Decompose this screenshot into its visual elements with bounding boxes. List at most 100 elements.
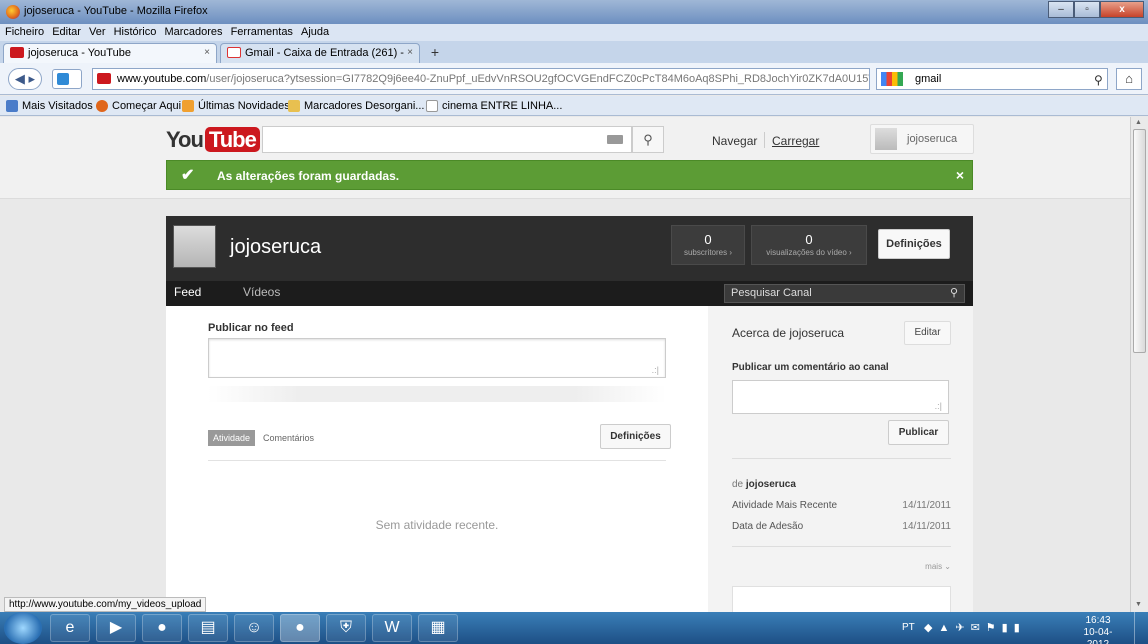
- firefox-icon: [96, 100, 108, 112]
- app-icon: [57, 73, 69, 85]
- search-icon[interactable]: ⚲: [1094, 73, 1103, 87]
- firefox-icon: [6, 5, 20, 19]
- menu-ficheiro[interactable]: Ficheiro: [5, 24, 44, 41]
- menubar: Ficheiro Editar Ver Histórico Marcadores…: [0, 24, 1148, 41]
- channel-search-input[interactable]: Pesquisar Canal ⚲: [724, 284, 965, 303]
- more-link[interactable]: mais ⌄: [925, 562, 951, 571]
- filter-activity[interactable]: Atividade: [208, 430, 256, 446]
- bookmark-cinema[interactable]: cinema ENTRE LINHA...: [426, 99, 562, 113]
- edit-button[interactable]: Editar: [904, 321, 951, 345]
- username: jojoseruca: [907, 133, 958, 145]
- channel-title: jojoseruca: [230, 236, 322, 258]
- menu-ferramentas[interactable]: Ferramentas: [231, 24, 293, 41]
- internet-explorer-icon[interactable]: e: [50, 614, 90, 642]
- security-shield-icon[interactable]: ⛨: [326, 614, 366, 642]
- scroll-down-icon[interactable]: ▼: [1135, 601, 1142, 608]
- feed-post-input[interactable]: .:|: [208, 338, 666, 378]
- divider: [764, 132, 765, 148]
- menu-editar[interactable]: Editar: [52, 24, 81, 41]
- menu-ver[interactable]: Ver: [89, 24, 106, 41]
- notice-message: As alterações foram guardadas.: [217, 169, 400, 183]
- bookmark-comecar-aqui[interactable]: Começar Aqui: [96, 99, 181, 113]
- bookmark-marcadores-desorganizados[interactable]: Marcadores Desorgani...: [288, 99, 424, 113]
- divider: [208, 386, 666, 402]
- address-bar[interactable]: www.youtube.com/user/jojoseruca?ytsessio…: [92, 68, 870, 90]
- language-indicator[interactable]: PT: [902, 622, 915, 633]
- tab-feed[interactable]: Feed: [174, 285, 201, 299]
- close-icon[interactable]: ×: [956, 167, 964, 183]
- menu-ajuda[interactable]: Ajuda: [301, 24, 329, 41]
- navigation-toolbar: ◀ ▸ www.youtube.com/user/jojoseruca?ytse…: [0, 63, 1148, 95]
- maximize-button[interactable]: ▫: [1074, 1, 1100, 18]
- tab-videos[interactable]: Vídeos: [243, 285, 280, 299]
- start-button[interactable]: [4, 612, 42, 644]
- firefox-active-icon[interactable]: ●: [280, 614, 320, 642]
- channel-settings-button[interactable]: Definições: [878, 229, 950, 259]
- tab-close-icon[interactable]: ×: [204, 44, 210, 62]
- dropdown-app-button[interactable]: [52, 69, 82, 89]
- tab-youtube[interactable]: jojoseruca - YouTube ×: [3, 43, 217, 63]
- info-row-latest-activity: Atividade Mais Recente 14/11/2011: [732, 500, 951, 511]
- clock[interactable]: 16:43 10-04-2012: [1078, 615, 1118, 644]
- tray-icons[interactable]: ◆▲✈✉⚑▮▮: [924, 621, 1026, 634]
- menu-historico[interactable]: Histórico: [114, 24, 157, 41]
- back-button[interactable]: ◀ ▸: [8, 68, 42, 90]
- youtube-favicon-icon: [10, 47, 24, 58]
- divider: [208, 460, 666, 461]
- bookmark-mais-visitados[interactable]: Mais Visitados: [6, 99, 93, 113]
- browse-link[interactable]: Navegar: [712, 134, 757, 148]
- url-path: /user/jojoseruca?ytsession=GI7782Q9j6ee4…: [206, 73, 870, 85]
- channel-header: jojoseruca 0 subscritores › 0 visualizaç…: [166, 216, 973, 281]
- menu-marcadores[interactable]: Marcadores: [164, 24, 222, 41]
- media-player-icon[interactable]: ▶: [96, 614, 136, 642]
- close-window-button[interactable]: x: [1100, 1, 1144, 18]
- scroll-up-icon[interactable]: ▲: [1135, 119, 1142, 126]
- upload-link[interactable]: Carregar: [772, 134, 819, 148]
- tab-close-icon[interactable]: ×: [407, 44, 413, 62]
- home-button[interactable]: ⌂: [1116, 68, 1142, 90]
- comment-input[interactable]: .:|: [732, 380, 949, 414]
- page-scrollbar[interactable]: ▲ ▼: [1130, 117, 1148, 612]
- folder-icon: [288, 100, 300, 112]
- youtube-search-input[interactable]: [262, 126, 632, 153]
- divider: [732, 546, 951, 547]
- info-row-join-date: Data de Adesão 14/11/2011: [732, 521, 951, 532]
- messenger-icon[interactable]: ☺: [234, 614, 274, 642]
- keyboard-icon[interactable]: [607, 135, 623, 144]
- browser-search-input[interactable]: gmail: [876, 68, 1108, 90]
- resize-grip-icon[interactable]: .:|: [935, 401, 942, 411]
- youtube-search-button[interactable]: ⚲: [632, 126, 664, 153]
- channel-avatar[interactable]: [173, 225, 216, 268]
- word-icon[interactable]: W: [372, 614, 412, 642]
- owner-name[interactable]: jojoseruca: [746, 479, 796, 490]
- new-tab-button[interactable]: +: [425, 44, 445, 62]
- show-desktop-button[interactable]: [1134, 612, 1148, 644]
- empty-state-text: Sem atividade recente.: [375, 518, 499, 532]
- scroll-thumb[interactable]: [1133, 129, 1146, 353]
- feed-settings-button[interactable]: Definições: [600, 424, 671, 449]
- subscribers-stat[interactable]: 0 subscritores ›: [671, 225, 745, 265]
- checkmark-icon: ✔: [181, 167, 195, 184]
- minimize-button[interactable]: –: [1048, 1, 1074, 18]
- firefox-icon[interactable]: ●: [142, 614, 182, 642]
- about-sidebar: Acerca de jojoseruca Editar Publicar um …: [708, 306, 973, 612]
- window-titlebar: jojoseruca - YouTube - Mozilla Firefox –…: [0, 0, 1148, 24]
- sidebar-card: [732, 586, 951, 612]
- user-menu[interactable]: jojoseruca: [870, 124, 974, 154]
- rss-icon: [182, 100, 194, 112]
- bookmark-ultimas-novidades[interactable]: Últimas Novidades: [182, 99, 290, 113]
- tab-gmail[interactable]: Gmail - Caixa de Entrada (261) - jojos..…: [220, 43, 420, 77]
- page-icon: [426, 100, 438, 112]
- feed-post-label: Publicar no feed: [208, 322, 294, 334]
- publish-button[interactable]: Publicar: [888, 420, 949, 445]
- file-explorer-icon[interactable]: ▤: [188, 614, 228, 642]
- search-icon[interactable]: ⚲: [950, 285, 958, 302]
- status-bar-url: http://www.youtube.com/my_videos_upload: [4, 597, 207, 612]
- calculator-icon[interactable]: ▦: [418, 614, 458, 642]
- comment-label: Publicar um comentário ao canal: [732, 362, 889, 373]
- filter-comments[interactable]: Comentários: [258, 430, 319, 446]
- youtube-page: You Tube ⚲ Navegar Carregar jojoseruca ✔ …: [0, 117, 1130, 612]
- resize-grip-icon[interactable]: .:|: [652, 365, 659, 375]
- views-stat[interactable]: 0 visualizações do vídeo ›: [751, 225, 867, 265]
- youtube-logo[interactable]: You Tube: [166, 127, 260, 153]
